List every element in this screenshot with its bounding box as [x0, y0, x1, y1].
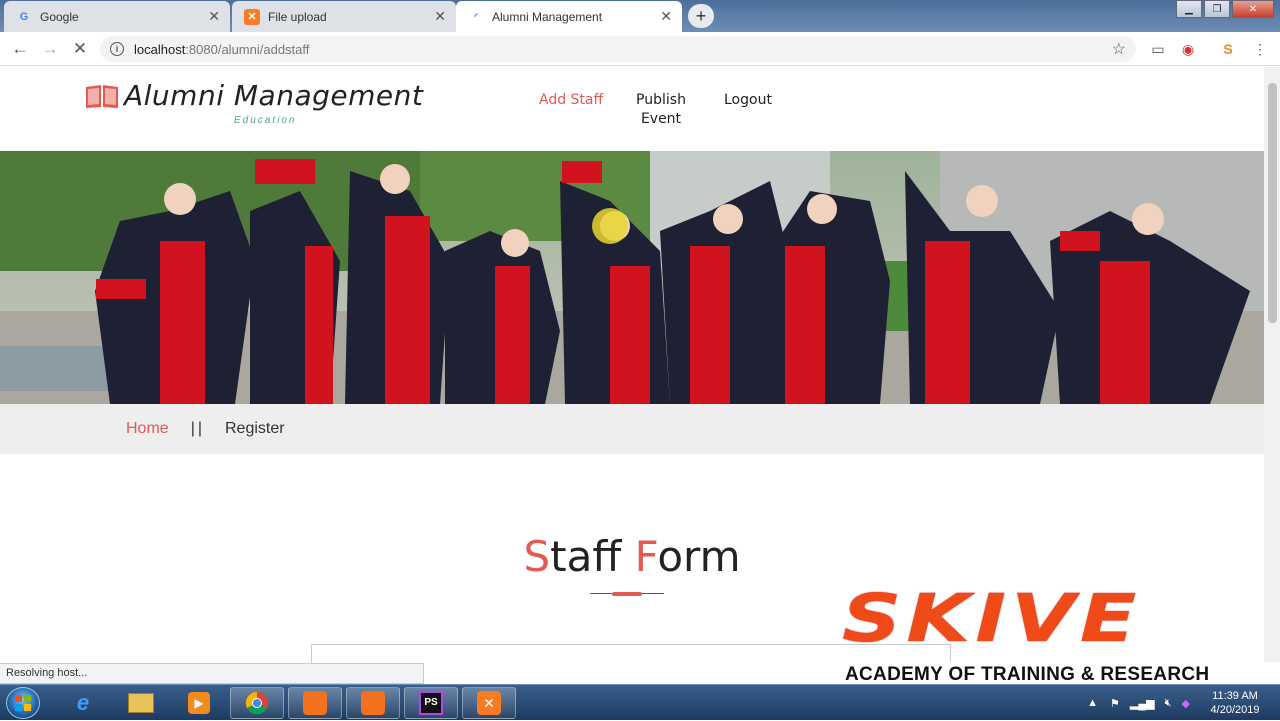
xampp-icon: ✕: [244, 8, 260, 25]
taskbar-media-player-icon[interactable]: ▶: [172, 687, 226, 719]
loading-icon: ◜: [474, 12, 478, 21]
back-button[interactable]: ←: [9, 38, 31, 60]
start-button[interactable]: [6, 687, 40, 719]
nav-publish-event[interactable]: Publish Event: [632, 91, 690, 129]
close-tab-icon[interactable]: ✕: [208, 8, 220, 25]
tab-alumni-management[interactable]: ◜ Alumni Management ✕: [456, 1, 682, 32]
taskbar-ie-icon[interactable]: e: [56, 687, 110, 719]
info-icon[interactable]: i: [110, 42, 124, 56]
site-logo[interactable]: Alumni Management Education: [84, 79, 424, 126]
taskbar-clock[interactable]: 11:39 AM 4/20/2019: [1200, 689, 1270, 717]
clock-time: 11:39 AM: [1212, 690, 1258, 702]
close-tab-icon[interactable]: ✕: [660, 8, 672, 25]
volume-muted-icon[interactable]: 🔇︎: [1165, 697, 1172, 710]
cast-icon[interactable]: ▭: [1148, 39, 1168, 59]
window-controls: ▁ ❐ ✕: [1174, 0, 1274, 18]
title-divider-accent: [612, 592, 642, 596]
windows-logo-icon: [15, 695, 31, 711]
page-title: Staff Form: [0, 532, 1264, 581]
taskbar-xampp-icon[interactable]: ✕: [462, 687, 516, 719]
logo-title: Alumni Management: [124, 79, 424, 112]
bookmark-star-icon[interactable]: ☆: [1112, 39, 1126, 59]
taskbar-recorder-icon[interactable]: [288, 687, 342, 719]
nav-logout[interactable]: Logout: [724, 91, 772, 110]
title-initial-s: S: [523, 532, 551, 581]
tab-title: Alumni Management: [492, 9, 603, 24]
hero-banner-image: [0, 151, 1264, 404]
tray-app-icon[interactable]: ◆: [1182, 697, 1190, 710]
title-rest-2: orm: [657, 532, 741, 581]
windows-taskbar: e ▶ PS ✕ ▲ ⚑ ▂▄▆ 🔇︎ ◆ 11:39 AM 4/20/2019: [0, 684, 1280, 720]
tab-google[interactable]: G Google ✕: [4, 1, 230, 32]
browser-toolbar: ← → ✕ i localhost:8080/alumni/addstaff ☆…: [0, 32, 1280, 66]
graduates-photo: [0, 151, 1264, 404]
extension-s-icon[interactable]: S: [1218, 39, 1238, 59]
tray-expand-icon[interactable]: ▲: [1087, 697, 1098, 709]
tab-file-upload[interactable]: ✕ File upload ✕: [232, 1, 456, 32]
address-bar[interactable]: i localhost:8080/alumni/addstaff ☆: [100, 36, 1136, 62]
breadcrumb: Home || Register: [0, 404, 1264, 454]
nav-add-staff[interactable]: Add Staff: [539, 91, 603, 110]
taskbar-screenshot-icon[interactable]: [346, 687, 400, 719]
minimize-button[interactable]: ▁: [1176, 0, 1202, 18]
url-path: :8080/alumni/addstaff: [185, 41, 310, 57]
network-signal-icon[interactable]: ▂▄▆: [1130, 697, 1155, 710]
skive-logo-text: SKIVE: [842, 580, 1142, 657]
tab-title: File upload: [268, 9, 327, 24]
breadcrumb-separator: ||: [190, 420, 205, 437]
close-tab-icon[interactable]: ✕: [434, 8, 446, 25]
close-window-button[interactable]: ✕: [1232, 0, 1274, 18]
taskbar-phpstorm-icon[interactable]: PS: [404, 687, 458, 719]
browser-tab-strip: G Google ✕ ✕ File upload ✕ ◜ Alumni Mana…: [0, 0, 1280, 32]
taskbar-explorer-icon[interactable]: [114, 687, 168, 719]
stop-loading-button[interactable]: ✕: [69, 38, 91, 60]
nav-label-line1: Publish: [636, 92, 686, 108]
new-tab-button[interactable]: +: [688, 4, 714, 28]
clock-date: 4/20/2019: [1210, 704, 1260, 716]
chrome-icon: [245, 691, 268, 715]
google-icon: G: [19, 10, 29, 23]
logo-subtitle: Education: [234, 115, 297, 126]
action-center-flag-icon[interactable]: ⚑: [1110, 697, 1120, 710]
taskbar-chrome-icon[interactable]: [230, 687, 284, 719]
scrollbar-thumb[interactable]: [1268, 83, 1277, 323]
title-rest-1: taff: [550, 532, 635, 581]
url-host: localhost: [134, 41, 186, 57]
maximize-button[interactable]: ❐: [1204, 0, 1230, 18]
system-tray: ▲ ⚑ ▂▄▆ 🔇︎ ◆ 11:39 AM 4/20/2019: [1087, 685, 1280, 721]
breadcrumb-home-link[interactable]: Home: [126, 420, 169, 438]
nav-label-line2: Event: [640, 111, 682, 127]
title-initial-f: F: [634, 532, 658, 581]
tab-title: Google: [40, 9, 79, 24]
skive-watermark: SKIVE ACADEMY OF TRAINING & RESEARCH: [832, 580, 1280, 690]
status-bubble: Resolving host...: [0, 663, 424, 684]
breadcrumb-current: Register: [225, 420, 285, 437]
book-logo-icon: [86, 85, 118, 108]
extension-icon[interactable]: ◉: [1178, 39, 1198, 59]
forward-button[interactable]: →: [39, 38, 61, 60]
title-divider: [590, 592, 664, 596]
menu-kebab-icon[interactable]: ⋮: [1250, 39, 1270, 59]
